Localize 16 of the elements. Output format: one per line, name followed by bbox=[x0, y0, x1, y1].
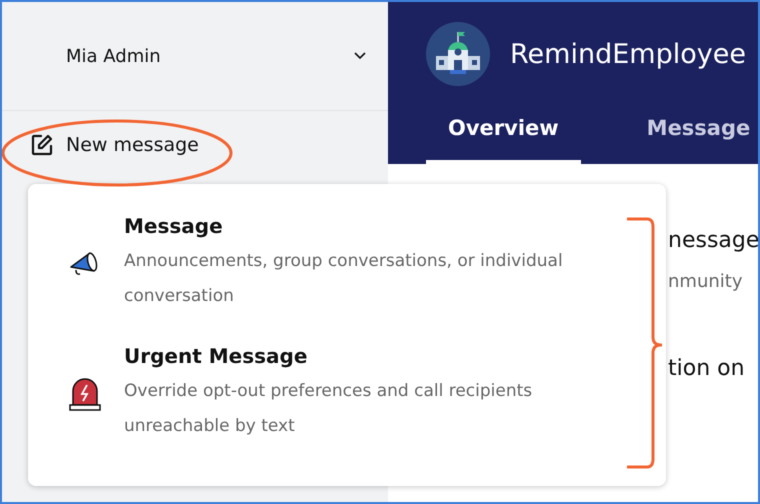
school-building-logo bbox=[426, 22, 490, 86]
compose-icon bbox=[30, 133, 54, 157]
content-text: nmunity bbox=[668, 271, 744, 292]
app-title: RemindEmployee bbox=[510, 38, 746, 70]
menu-item-title[interactable]: Message bbox=[124, 214, 634, 238]
nav-tab[interactable]: Overview bbox=[426, 116, 581, 164]
siren-icon bbox=[68, 376, 102, 412]
chevron-down-icon[interactable] bbox=[354, 52, 366, 60]
menu-item-title[interactable]: Urgent Message bbox=[124, 344, 634, 368]
content-heading: nessage bbox=[668, 228, 758, 253]
menu-item-description: Announcements, group conversations, or individual conversation bbox=[124, 250, 564, 308]
user-name: Mia Admin bbox=[66, 46, 161, 66]
content-heading: tion on bbox=[668, 356, 746, 381]
nav-tab[interactable]: Message bbox=[624, 116, 758, 164]
menu-item-description: Override opt-out preferences and call recipients unreachable by text bbox=[124, 380, 534, 438]
new-message-button[interactable]: New message bbox=[30, 133, 199, 157]
